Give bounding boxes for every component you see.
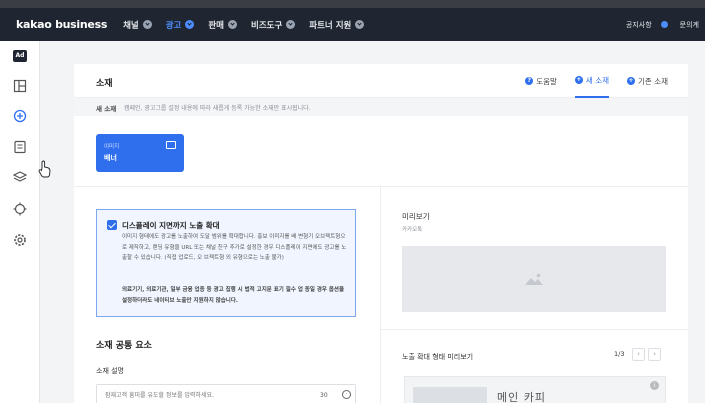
tab-help[interactable]: ? 도움말 <box>525 64 557 98</box>
chevron-down-icon <box>142 20 152 29</box>
ad-icon[interactable]: Ad <box>13 50 27 62</box>
display-expansion-notice: 디스플레이 지면까지 노출 확대 이미지 형태에도 광고를 노출하여 도달 범위… <box>96 209 356 317</box>
inquiry-link[interactable]: 문의계 <box>680 20 699 30</box>
hand-cursor-icon <box>38 160 51 178</box>
preview-pager: 1/3 <box>614 350 625 358</box>
expanded-preview-title: 노출 확대 형태 미리보기 <box>402 353 474 361</box>
tab-new-creative[interactable]: + 새 소재 <box>574 64 610 98</box>
description-bar: 새 소재 캠페인, 광고그룹 설정 내용에 따라 새롭게 등록 가능한 소재만 … <box>74 98 688 116</box>
help-icon: ? <box>525 77 534 85</box>
notice-description: 이미지 형태에도 광고를 노출하여 도달 범위를 확대합니다. 홍보 이미지를 … <box>122 234 347 261</box>
preview-image-placeholder <box>402 246 666 312</box>
header-tabs: ? 도움말 + 새 소재 + 기존 소재 <box>507 64 668 98</box>
notice-link[interactable]: 공지사항 <box>626 20 674 30</box>
page-title: 소재 <box>96 79 113 89</box>
display-expansion-checkbox[interactable] <box>107 220 117 230</box>
notice-warning: 의료기기, 의료기관, 일부 금융 업종 등 광고 집행 시 법적 고지문 표기… <box>122 287 345 304</box>
clock-icon[interactable]: · <box>342 390 351 399</box>
divider <box>381 329 688 330</box>
kakao-business-logo[interactable]: kakao business <box>16 18 107 31</box>
target-icon[interactable] <box>12 201 28 217</box>
nav-item-ads[interactable]: 광고 <box>166 19 195 31</box>
format-type-label: 이미지 <box>104 144 120 150</box>
char-count: 30 <box>320 392 328 399</box>
left-sidebar: Ad <box>0 41 40 403</box>
prev-page-button[interactable]: ‹ <box>632 348 645 361</box>
tab-existing-creative[interactable]: + 기존 소재 <box>627 64 668 98</box>
page-scrollbar[interactable] <box>697 41 705 403</box>
notice-title: 디스플레이 지면까지 노출 확대 <box>122 221 220 230</box>
nav-item-sales[interactable]: 판매 <box>208 19 237 31</box>
nav-item-channel[interactable]: 채널 <box>123 19 152 31</box>
banner-format-card[interactable]: 이미지 배너 <box>96 134 184 172</box>
nav-item-biz-tools[interactable]: 비즈도구 <box>251 19 296 31</box>
chevron-down-icon <box>228 20 237 29</box>
common-elements-title: 소재 공통 요소 <box>96 341 152 351</box>
nav-right-group: 공지사항 문의계 <box>626 8 705 41</box>
preview-card-image <box>413 387 487 403</box>
report-icon[interactable] <box>12 139 28 155</box>
next-page-button[interactable]: › <box>648 348 661 361</box>
preview-title: 미리보기 <box>402 212 430 221</box>
plus-icon: + <box>574 76 583 84</box>
plus-icon: + <box>627 77 636 85</box>
top-navigation: kakao business 채널 광고 판매 비즈도구 파트너 지원 공지사항… <box>0 8 705 41</box>
settings-icon[interactable] <box>12 232 28 248</box>
chevron-down-icon <box>355 20 365 29</box>
divider <box>74 186 688 187</box>
info-icon[interactable]: i <box>650 381 659 390</box>
creative-description-input[interactable] <box>96 384 356 403</box>
image-icon <box>166 141 176 149</box>
expanded-preview-card: 메인 카피 i <box>404 376 666 403</box>
preview-card-copy: 메인 카피 <box>497 391 546 403</box>
browser-chrome-strip <box>0 0 705 8</box>
nav-item-partner-support[interactable]: 파트너 지원 <box>309 19 365 31</box>
description-text: 캠페인, 광고그룹 설정 내용에 따라 새롭게 등록 가능한 소재만 표시됩니다… <box>124 105 311 112</box>
description-field-label: 소재 설명 <box>96 367 124 375</box>
chevron-down-icon <box>286 20 296 29</box>
layers-icon[interactable] <box>12 169 28 185</box>
vertical-divider <box>380 187 381 403</box>
add-circle-icon[interactable] <box>12 108 28 124</box>
description-label: 새 소재 <box>96 105 117 113</box>
chevron-down-icon <box>185 20 195 29</box>
main-content-panel: 소재 ? 도움말 + 새 소재 + 기존 소재 새 소재 캠페인, 광고그룹 설정 내… <box>74 64 688 403</box>
preview-subtitle: 카카오톡 <box>402 227 423 233</box>
dashboard-icon[interactable] <box>12 78 28 94</box>
page-header: 소재 ? 도움말 + 새 소재 + 기존 소재 <box>74 64 688 98</box>
image-placeholder-icon <box>525 273 543 285</box>
format-name: 배너 <box>104 154 117 162</box>
notice-badge-icon <box>660 21 668 28</box>
